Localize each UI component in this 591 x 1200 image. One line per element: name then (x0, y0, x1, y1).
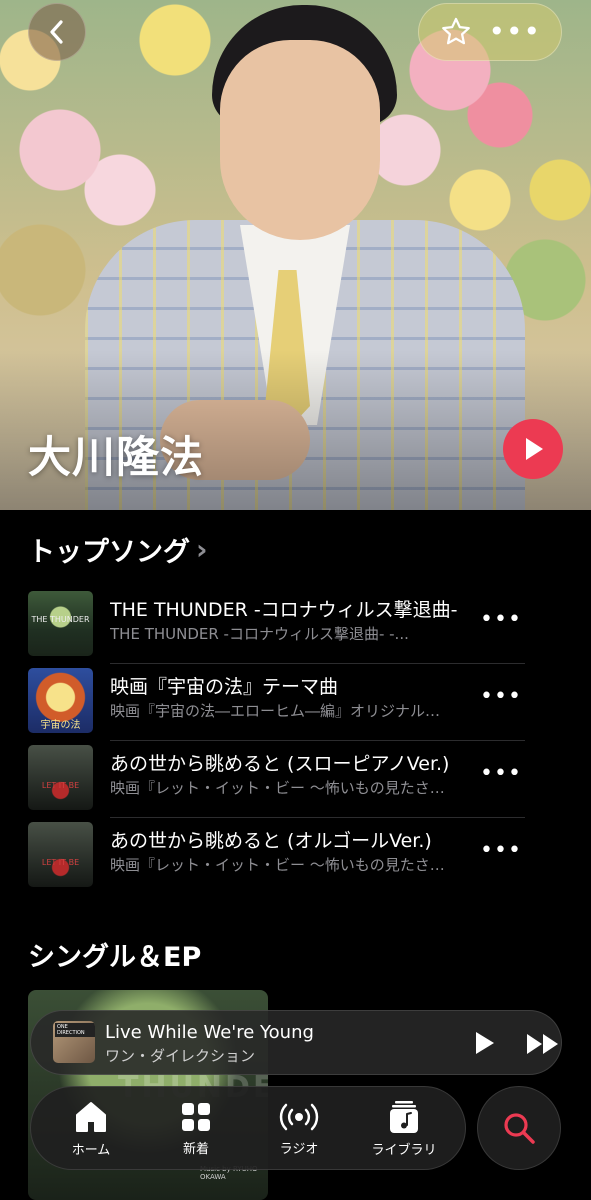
play-icon (526, 438, 543, 460)
song-subtitle: 映画『レット・イット・ビー 〜怖いもの見たさ〜』 (110, 779, 455, 797)
star-icon[interactable] (439, 15, 473, 49)
song-title: あの世から眺めると (オルゴールVer.) (110, 830, 432, 852)
song-title: THE THUNDER -コロナウィルス撃退曲- (110, 599, 458, 621)
song-row[interactable]: LET IT BE あの世から眺めると (オルゴールVer.) 映画『レット・イ… (28, 818, 568, 894)
back-button[interactable] (28, 3, 86, 61)
now-playing-artist: ワン・ダイレクション (105, 1047, 256, 1065)
tab-radio[interactable]: ラジオ (249, 1087, 349, 1171)
chevron-right-icon: › (196, 533, 208, 566)
search-icon (504, 1113, 535, 1144)
artist-name: 大川隆法 (28, 433, 204, 483)
singles-heading[interactable]: シングル＆EP (28, 935, 201, 974)
now-playing-art: ONE DIRECTION (53, 1021, 95, 1063)
album-art: THE THUNDER (28, 591, 93, 656)
home-icon (76, 1102, 106, 1132)
top-songs-heading[interactable]: トップソング › (28, 530, 208, 569)
play-icon[interactable] (471, 1030, 497, 1056)
album-art: LET IT BE (28, 745, 93, 810)
song-title: あの世から眺めると (スローピアノVer.) (110, 753, 450, 775)
song-row[interactable]: THE THUNDER THE THUNDER -コロナウィルス撃退曲- THE… (28, 587, 568, 664)
song-more-button[interactable]: ••• (480, 607, 522, 632)
tab-bar: ホーム 新着 ラジオ ライブラリ (30, 1086, 466, 1170)
album-art: LET IT BE (28, 822, 93, 887)
tab-library[interactable]: ライブラリ (354, 1087, 454, 1171)
play-artist-button[interactable] (503, 419, 563, 479)
song-row[interactable]: LET IT BE あの世から眺めると (スローピアノVer.) 映画『レット・… (28, 741, 568, 818)
header-actions: ••• (418, 3, 562, 61)
song-row[interactable]: 宇宙の法 映画『宇宙の法』テーマ曲 映画『宇宙の法―エローヒム―編』オリジナルサ… (28, 664, 568, 741)
song-subtitle: 映画『レット・イット・ビー 〜怖いもの見たさ〜』 (110, 856, 455, 874)
radio-icon (279, 1103, 319, 1131)
more-options-button[interactable]: ••• (488, 18, 541, 46)
chevron-left-icon (50, 20, 63, 44)
library-music-icon (390, 1101, 418, 1133)
mini-player[interactable]: ONE DIRECTION Live While We're Young ワン・… (30, 1010, 562, 1075)
now-playing-title: Live While We're Young (105, 1022, 314, 1043)
song-subtitle: 映画『宇宙の法―エローヒム―編』オリジナルサウンドトラック (110, 702, 455, 720)
tab-home[interactable]: ホーム (41, 1087, 141, 1171)
search-button[interactable] (477, 1086, 561, 1170)
song-more-button[interactable]: ••• (480, 761, 522, 786)
song-more-button[interactable]: ••• (480, 838, 522, 863)
song-title: 映画『宇宙の法』テーマ曲 (110, 676, 339, 698)
tab-new[interactable]: 新着 (146, 1087, 246, 1171)
grid-icon (182, 1103, 210, 1131)
fast-forward-icon[interactable] (525, 1031, 561, 1057)
song-more-button[interactable]: ••• (480, 684, 522, 709)
song-subtitle: THE THUNDER -コロナウィルス撃退曲- -... (110, 625, 409, 643)
album-art: 宇宙の法 (28, 668, 93, 733)
